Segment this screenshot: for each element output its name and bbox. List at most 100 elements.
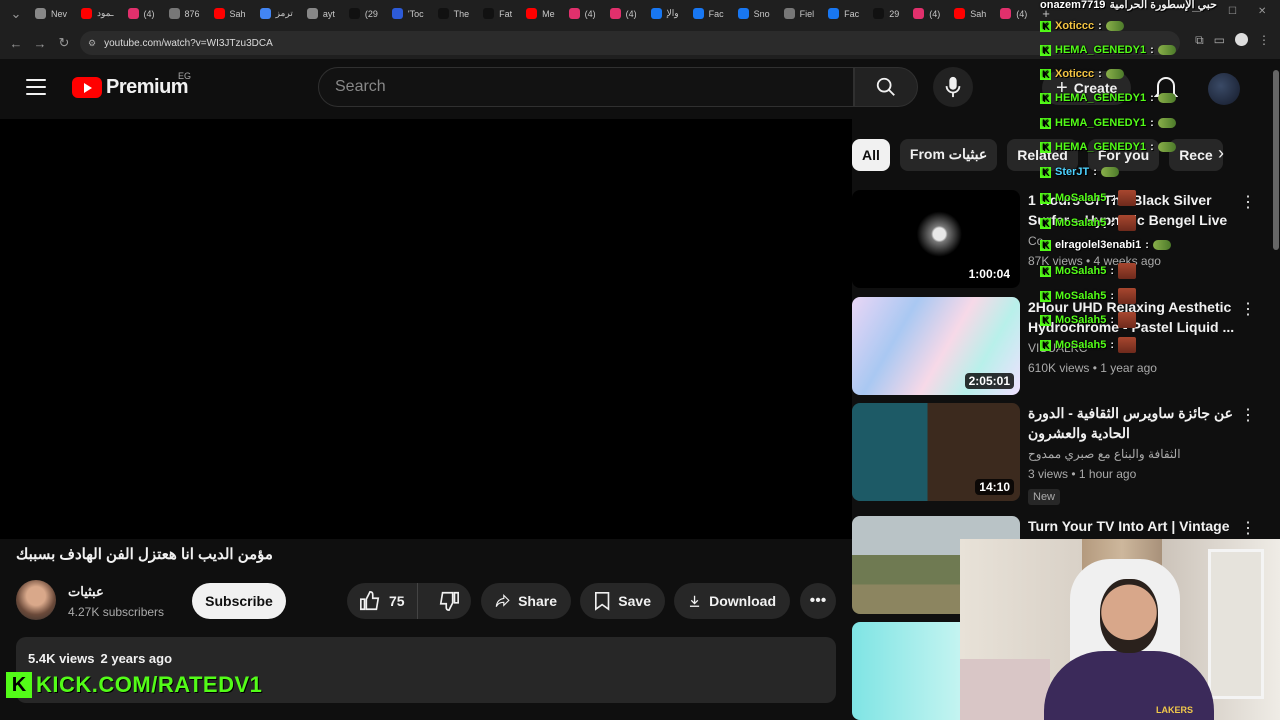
kick-badge-icon: K [1040,166,1051,178]
tab-favicon-icon [437,8,449,19]
tab-favicon-icon [650,8,662,19]
filter-chip[interactable]: All [852,138,890,171]
tab-label: (4) [143,8,155,19]
close-window-icon[interactable]: ✕ [1258,6,1266,17]
browser-tab[interactable]: 'Toc [385,3,431,25]
chat-username: MoSalah5 [1055,192,1107,204]
tab-favicon-icon [873,8,885,19]
address-bar[interactable]: ⚙ youtube.com/watch?v=WI3JTzu3DCA [80,31,1180,55]
browser-tab[interactable]: 876 [162,3,207,25]
video-duration: 2:05:01 [964,373,1014,389]
tab-favicon-icon [168,8,180,19]
tab-label: Me [542,8,555,19]
video-thumbnail[interactable]: 1:00:04 [852,190,1020,288]
browser-tab[interactable]: Fat [476,3,519,25]
stream-chat-overlay: onazem7719 حبي الإسطورة الحرامية K Xoticcc:… [1040,0,1250,360]
webcam-shelf [1208,549,1264,699]
microphone-icon [945,76,961,98]
youtube-premium-logo[interactable]: Premium EG [72,71,191,99]
browser-tab[interactable]: (29 [342,3,385,25]
more-actions-button[interactable]: ••• [800,583,836,619]
back-icon[interactable]: ← [4,36,28,51]
chat-message: onazem7719 حبي الإسطورة الحرامية [1040,0,1217,11]
tab-label: Fac [844,8,860,19]
chat-emote-icon [1157,142,1176,152]
tab-favicon-icon [483,8,495,19]
tab-label: Sah [970,8,987,19]
recommended-video-title[interactable]: عن جائزة ساويرس الثقافية - الدورة الحادي… [1028,403,1238,443]
browser-tab[interactable]: (4) [562,3,603,25]
recommended-video[interactable]: 14:10 عن جائزة ساويرس الثقافية - الدورة ا… [852,403,1262,505]
tab-favicon-icon [35,8,46,19]
save-button[interactable]: Save [580,583,665,619]
browser-tab[interactable]: (4) [603,3,644,25]
search-button[interactable] [854,67,918,107]
chat-emote-icon [1157,45,1176,55]
share-button[interactable]: Share [481,583,571,619]
reload-icon[interactable]: ↻ [52,35,76,51]
browser-tab[interactable]: Fac [686,3,731,25]
more-vertical-icon[interactable]: ⋮ [1240,518,1256,538]
browser-tab[interactable]: The [431,3,477,25]
chat-message: K HEMA_GENEDY1: [1040,44,1176,56]
bookmark-icon [594,592,610,611]
tab-label: The [453,8,470,19]
browser-menu-icon[interactable]: ⋮ [1258,33,1270,48]
tab-search-icon[interactable]: ⌄ [4,6,28,22]
voice-search-button[interactable] [933,67,973,107]
kick-badge-icon: K [1040,265,1051,277]
like-button[interactable]: 75 [347,583,419,619]
tab-favicon-icon [913,8,925,19]
browser-tab[interactable]: (4) [993,3,1034,25]
browser-tab[interactable]: ـمود [74,3,121,25]
tab-favicon-icon [348,8,360,19]
browser-tab[interactable]: Fiel [777,3,822,25]
video-player[interactable] [0,119,852,539]
tab-list: Nev ـمود (4) 876 Sah ترمز ayt (29 'Toc The Fat Me (4… [28,3,1034,25]
video-duration: 14:10 [975,479,1014,495]
chat-message: K MoSalah5: [1040,215,1137,231]
browser-tab[interactable]: Sah [947,3,993,25]
url-text: youtube.com/watch?v=WI3JTzu3DCA [104,37,273,49]
chat-text: : [1150,44,1154,56]
browser-tab[interactable]: ترمز [253,3,300,25]
browser-tab[interactable]: (4) [121,3,162,25]
channel-avatar[interactable] [16,580,56,620]
video-thumbnail[interactable]: 14:10 [852,403,1020,501]
subscribe-button[interactable]: Subscribe [192,583,286,619]
filter-chip[interactable]: From عبثيات [899,138,998,171]
browser-tab[interactable]: 29 [866,3,906,25]
browser-tab[interactable]: ayt [300,3,342,25]
browser-tab[interactable]: Sah [207,3,253,25]
tab-label: والإ [666,8,679,18]
site-info-icon[interactable]: ⚙ [88,38,96,49]
channel-name[interactable]: عبثيات [68,584,104,600]
search-icon [876,77,895,96]
browser-tab[interactable]: Sno [731,3,777,25]
chat-message: K SterJT: [1040,166,1119,178]
browser-tab[interactable]: Fac [821,3,866,25]
recommended-channel-name[interactable]: الثقافة والبناع مع صبري ممدوح [1028,447,1181,461]
chat-message: K Xoticcc: [1040,68,1124,80]
browser-tab[interactable]: والإ [644,3,686,25]
hamburger-menu-icon[interactable] [26,79,46,95]
video-title: مؤمن الديب انا هعتزل الفن الهادف بسببك [16,546,273,563]
webcam-person-head [1100,579,1158,653]
dislike-button[interactable] [426,583,471,619]
recommended-video-title[interactable]: Turn Your TV Into Art | Vintage [1028,516,1238,536]
chat-username: MoSalah5 [1055,290,1107,302]
download-button[interactable]: Download [674,583,790,619]
browser-tab[interactable]: Nev [28,3,74,25]
browser-tab[interactable]: Me [519,3,562,25]
search-input[interactable]: Search [318,67,854,107]
page-scrollbar-thumb[interactable] [1273,70,1279,250]
more-vertical-icon[interactable]: ⋮ [1240,405,1256,425]
chat-username: MoSalah5 [1055,314,1107,326]
chat-username: HEMA_GENEDY1 [1055,92,1147,104]
browser-tab[interactable]: (4) [906,3,947,25]
chat-username: HEMA_GENEDY1 [1055,44,1147,56]
subscriber-count: 4.27K subscribers [68,605,165,619]
video-thumbnail[interactable]: 2:05:01 [852,297,1020,395]
forward-icon[interactable]: → [28,36,52,51]
tab-label: Fiel [799,8,815,19]
